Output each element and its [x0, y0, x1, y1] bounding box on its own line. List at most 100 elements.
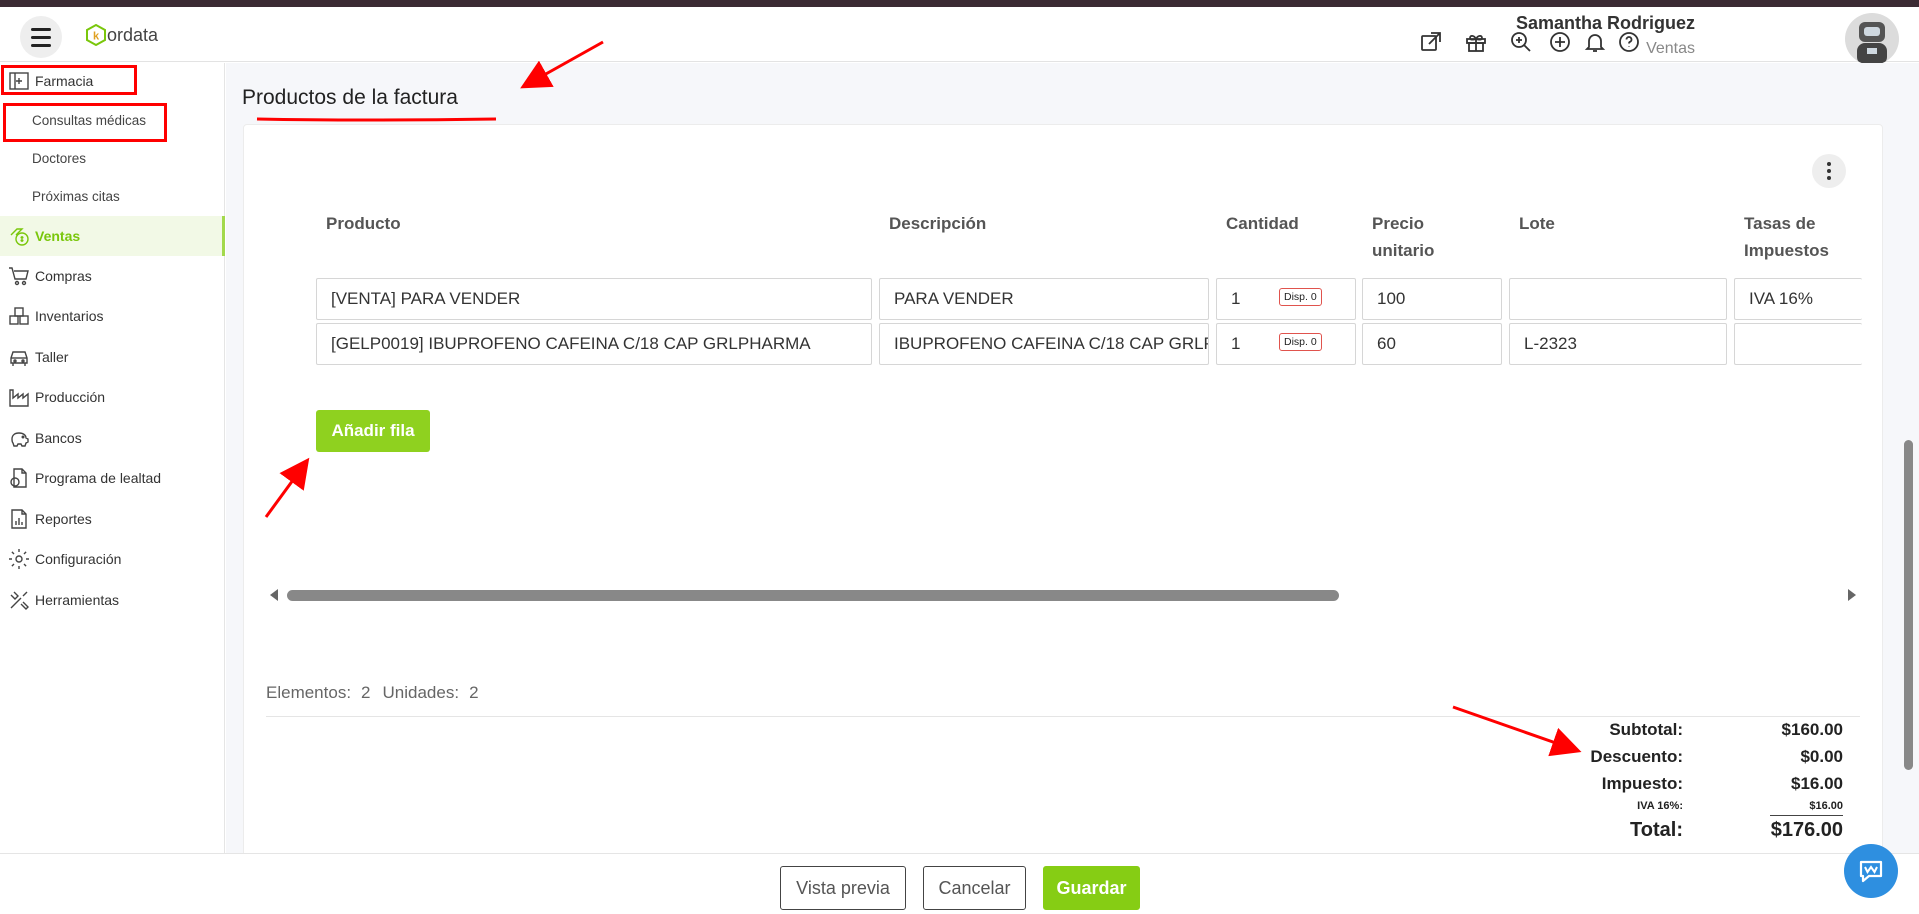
tax-rate-input[interactable]	[1734, 323, 1862, 365]
page-title: Productos de la factura	[242, 86, 458, 109]
sidebar-item-bancos[interactable]: Bancos	[0, 419, 225, 457]
sidebar-item-reportes[interactable]: Reportes	[0, 500, 225, 538]
sidebar-item-proximas-citas[interactable]: Próximas citas	[32, 189, 120, 204]
chat-icon	[1859, 860, 1883, 883]
sidebar-item-label: Inventarios	[35, 308, 104, 324]
chat-widget-button[interactable]	[1844, 844, 1898, 898]
subtotal-value: $160.00	[1781, 720, 1843, 739]
app-logo[interactable]: k ordata	[86, 24, 158, 46]
sidebar-item-label: Configuración	[35, 551, 122, 567]
iva-value: $16.00	[1809, 800, 1843, 812]
descuento-label: Descuento:	[1590, 747, 1683, 766]
scroll-left-arrow-icon[interactable]	[270, 589, 278, 601]
piggy-bank-icon	[8, 427, 30, 449]
item-counts: Elementos: 2 Unidades: 2	[266, 683, 491, 703]
unit-price-input[interactable]: 100	[1362, 278, 1502, 320]
column-header-precio-unitario: Precio unitario	[1372, 210, 1434, 264]
total-label: Total:	[1630, 819, 1683, 841]
logo-mark-icon: k	[86, 24, 106, 46]
hamburger-bar	[31, 43, 51, 47]
sidebar-item-label: Herramientas	[35, 592, 120, 608]
kebab-dot	[1827, 162, 1831, 166]
tax-rate-input[interactable]: IVA 16%	[1734, 278, 1862, 320]
description-input[interactable]: PARA VENDER	[879, 278, 1209, 320]
top-header: k ordata Samantha Rodriguez Ventas	[0, 7, 1919, 65]
robot-avatar-icon	[1857, 22, 1887, 65]
report-icon	[8, 508, 30, 530]
add-row-button[interactable]: Añadir fila	[316, 410, 430, 452]
sidebar-item-label: Bancos	[35, 430, 82, 446]
header-line: Tasas de	[1744, 214, 1816, 233]
logo-text: ordata	[107, 24, 159, 45]
product-input[interactable]: [VENTA] PARA VENDER	[316, 278, 872, 320]
external-link-icon[interactable]	[1414, 25, 1448, 59]
sidebar-item-ventas[interactable]: Ventas	[0, 216, 225, 256]
loyalty-icon	[8, 467, 30, 489]
gift-icon[interactable]	[1459, 25, 1493, 59]
sidebar-item-label: Taller	[35, 349, 69, 365]
annotation-box	[3, 103, 167, 142]
sidebar-item-lealtad[interactable]: Programa de lealtad	[0, 459, 225, 497]
factory-icon	[8, 386, 30, 408]
sidebar-item-doctores[interactable]: Doctores	[32, 151, 86, 166]
unidades-label: Unidades:	[382, 683, 460, 702]
sales-icon	[8, 225, 30, 247]
column-header-tasas: Tasas de Impuestos	[1744, 210, 1829, 264]
sidebar-item-label: Compras	[35, 268, 92, 284]
column-header-descripcion: Descripción	[889, 214, 987, 233]
sidebar-item-herramientas[interactable]: Herramientas	[0, 581, 225, 619]
tools-icon	[8, 589, 30, 611]
impuesto-label: Impuesto:	[1601, 774, 1683, 793]
sidebar-item-produccion[interactable]: Producción	[0, 378, 225, 416]
column-header-producto: Producto	[326, 214, 401, 233]
save-button[interactable]: Guardar	[1043, 866, 1140, 910]
sidebar-item-inventarios[interactable]: Inventarios	[0, 297, 225, 335]
svg-text:k: k	[93, 31, 100, 43]
gear-icon	[8, 548, 30, 570]
divider	[266, 716, 1860, 717]
lot-input[interactable]	[1509, 278, 1727, 320]
scrollbar-thumb[interactable]	[287, 590, 1339, 601]
preview-button[interactable]: Vista previa	[780, 866, 906, 910]
hamburger-bar	[31, 27, 51, 31]
scroll-right-arrow-icon[interactable]	[1848, 589, 1856, 601]
kebab-dot	[1827, 169, 1831, 173]
sidebar-item-label: Programa de lealtad	[35, 470, 162, 486]
header-line: Precio	[1372, 214, 1424, 233]
annotation-box	[1, 65, 137, 95]
inventory-icon	[8, 305, 30, 327]
sidebar-item-label: Ventas	[35, 228, 81, 244]
sidebar-item-label: Producción	[35, 389, 106, 405]
availability-badge: Disp. 0	[1279, 288, 1322, 306]
more-options-button[interactable]	[1812, 154, 1846, 188]
subtotal-label: Subtotal:	[1609, 720, 1683, 739]
cancel-button[interactable]: Cancelar	[923, 866, 1026, 910]
cart-icon	[8, 265, 30, 287]
user-name[interactable]: Samantha Rodriguez	[1516, 13, 1695, 34]
sidebar	[0, 63, 225, 853]
sidebar-item-taller[interactable]: Taller	[0, 338, 225, 376]
iva-label: IVA 16%:	[1637, 800, 1683, 812]
sidebar-item-configuracion[interactable]: Configuración	[0, 540, 225, 578]
unit-price-input[interactable]: 60	[1362, 323, 1502, 365]
elementos-label: Elementos:	[266, 683, 352, 702]
total-value: $176.00	[1770, 819, 1843, 841]
header-line: Impuestos	[1744, 241, 1830, 260]
product-input[interactable]: [GELP0019] IBUPROFENO CAFEINA C/18 CAP G…	[316, 323, 872, 365]
car-icon	[8, 346, 30, 368]
column-header-cantidad: Cantidad	[1226, 214, 1299, 233]
column-header-lote: Lote	[1519, 214, 1555, 233]
header-line: unitario	[1372, 241, 1435, 260]
description-input[interactable]: IBUPROFENO CAFEINA C/18 CAP GRLPHARMA	[879, 323, 1209, 365]
sidebar-item-compras[interactable]: Compras	[0, 257, 225, 295]
elementos-value: 2	[361, 683, 371, 702]
kebab-dot	[1827, 176, 1831, 180]
top-strip	[0, 0, 1919, 7]
vertical-scrollbar-thumb[interactable]	[1904, 440, 1913, 770]
hamburger-bar	[31, 35, 51, 39]
menu-toggle-button[interactable]	[20, 16, 62, 58]
lot-input[interactable]: L-2323	[1509, 323, 1727, 365]
impuesto-value: $16.00	[1791, 774, 1843, 793]
user-role: Ventas	[1646, 40, 1695, 57]
avatar[interactable]	[1845, 13, 1899, 65]
